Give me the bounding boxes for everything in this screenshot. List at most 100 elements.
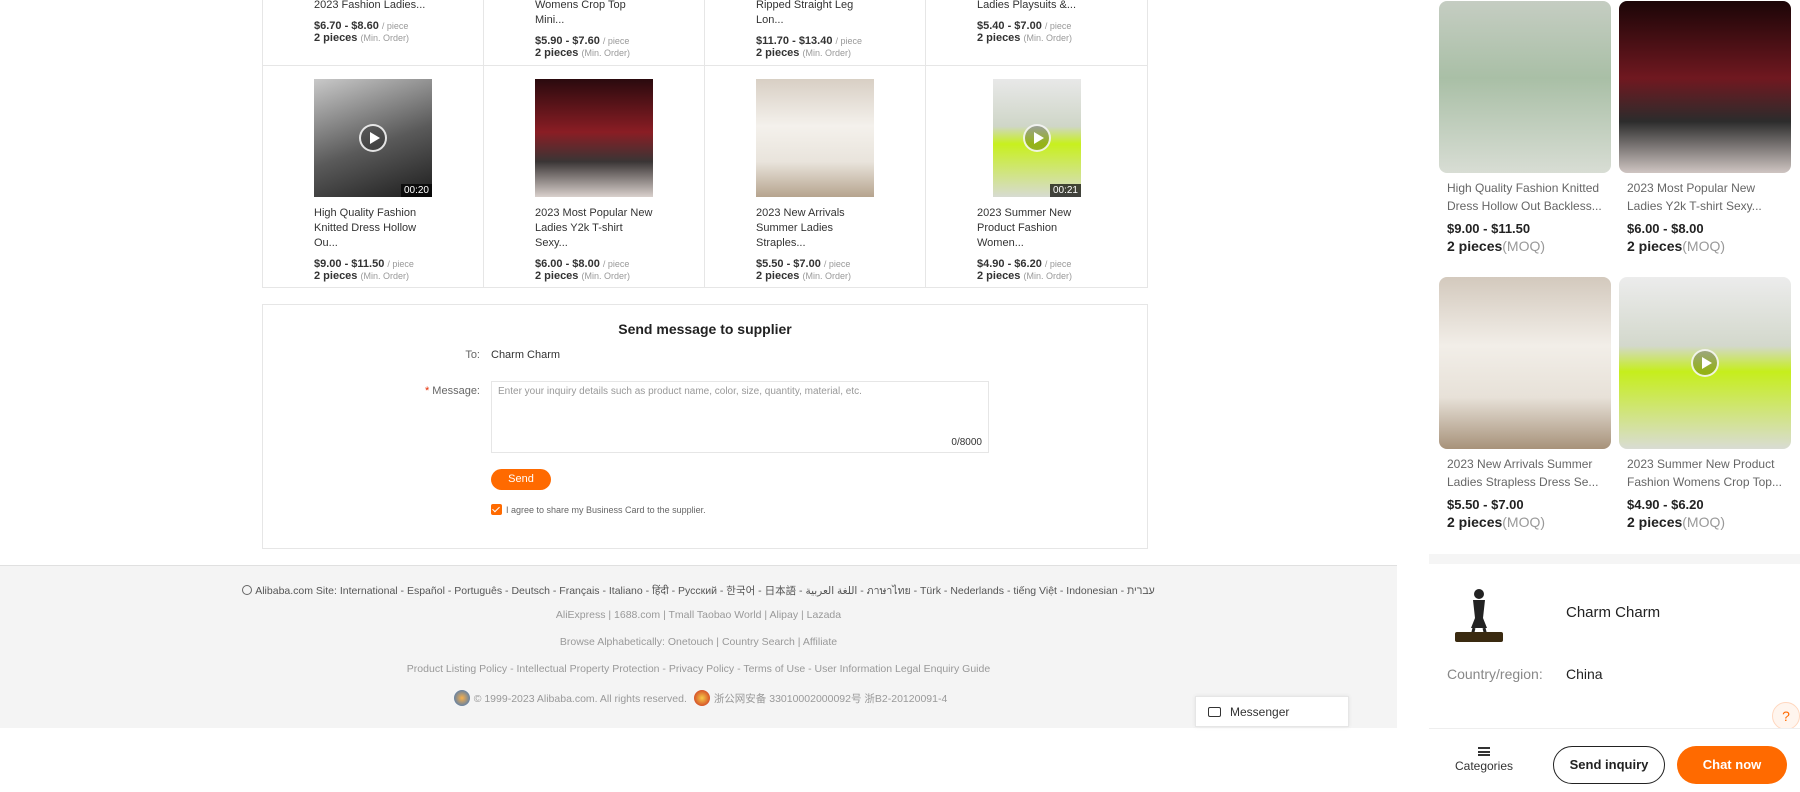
moq-note: (Min. Order): [1023, 33, 1072, 43]
product-price: $11.70 - $13.40: [756, 35, 833, 47]
message-textarea[interactable]: Enter your inquiry details such as produ…: [491, 381, 989, 453]
product-grid: 2023 Fashion Ladies... $6.70 - $8.60 / p…: [262, 0, 1148, 288]
product-moq: 2 pieces: [756, 270, 800, 282]
product-image[interactable]: [1439, 1, 1611, 173]
moq-note: (MOQ): [1502, 238, 1546, 254]
send-inquiry-button[interactable]: Send inquiry: [1553, 746, 1665, 784]
product-moq: 2 pieces: [535, 47, 579, 59]
product-price: $5.50 - $7.00: [1447, 497, 1524, 512]
recommended-product[interactable]: 2023 New Arrivals Summer Ladies Straples…: [1439, 277, 1611, 530]
product-image[interactable]: [535, 79, 653, 197]
supplier-card: Charm Charm Country/region: China: [1429, 564, 1800, 728]
country-label: Country/region:: [1447, 666, 1543, 682]
price-unit: / piece: [602, 259, 630, 269]
product-moq: 2 pieces: [977, 270, 1021, 282]
supplier-name[interactable]: Charm Charm: [1566, 604, 1660, 621]
send-button[interactable]: Send: [491, 469, 551, 490]
product-title[interactable]: 2023 Summer New Product Fashion Womens C…: [1619, 455, 1791, 491]
product-price: $4.90 - $6.20: [977, 258, 1042, 270]
agree-text: I agree to share my Business Card to the…: [506, 504, 706, 515]
product-video-thumbnail[interactable]: 00:20: [314, 79, 432, 197]
recommended-product[interactable]: 2023 Most Popular New Ladies Y2k T-shirt…: [1619, 1, 1791, 254]
play-icon[interactable]: [359, 124, 387, 152]
product-title[interactable]: High Quality Fashion Knitted Dress Hollo…: [1439, 179, 1611, 215]
product-title[interactable]: 2023 Most Popular New Ladies Y2k T-shirt…: [1619, 179, 1791, 215]
moq-note: (MOQ): [1682, 238, 1726, 254]
product-image[interactable]: [1619, 1, 1791, 173]
moq-note: (MOQ): [1682, 514, 1726, 530]
product-title[interactable]: Womens Crop Top Mini...: [535, 0, 655, 28]
video-duration: 00:20: [400, 184, 432, 197]
send-message-form: Send message to supplier To: Charm Charm…: [262, 304, 1148, 549]
moq-note: (Min. Order): [802, 48, 851, 58]
product-moq: 2 pieces: [314, 32, 358, 44]
product-title[interactable]: 2023 Fashion Ladies...: [314, 0, 434, 13]
browse-links[interactable]: Browse Alphabetically: Onetouch | Countr…: [0, 636, 1397, 648]
message-placeholder: Enter your inquiry details such as produ…: [498, 386, 862, 397]
messenger-button[interactable]: Messenger: [1195, 696, 1349, 727]
product-card[interactable]: 2023 New Arrivals Summer Ladies Straples…: [705, 66, 926, 288]
product-card[interactable]: Ripped Straight Leg Lon... $11.70 - $13.…: [705, 0, 926, 66]
to-label: To:: [465, 349, 480, 361]
categories-button[interactable]: Categories: [1454, 747, 1514, 773]
moq-note: (MOQ): [1502, 514, 1546, 530]
play-icon[interactable]: [1691, 349, 1719, 377]
product-title[interactable]: Ripped Straight Leg Lon...: [756, 0, 876, 28]
video-duration: 00:21: [1049, 184, 1081, 197]
recommended-product[interactable]: 2023 Summer New Product Fashion Womens C…: [1619, 277, 1791, 530]
product-moq: 2 pieces: [1447, 238, 1503, 254]
price-unit: / piece: [823, 259, 851, 269]
product-image[interactable]: [756, 79, 874, 197]
product-title[interactable]: 2023 Most Popular New Ladies Y2k T-shirt…: [535, 206, 655, 251]
product-card[interactable]: 00:20 High Quality Fashion Knitted Dress…: [263, 66, 484, 288]
product-price: $9.00 - $11.50: [1447, 221, 1531, 236]
product-card[interactable]: 2023 Most Popular New Ladies Y2k T-shirt…: [484, 66, 705, 288]
product-title[interactable]: High Quality Fashion Knitted Dress Hollo…: [314, 206, 434, 251]
product-video-thumbnail[interactable]: [1619, 277, 1791, 449]
char-counter: 0/8000: [951, 437, 982, 448]
product-title[interactable]: 2023 New Arrivals Summer Ladies Straples…: [756, 206, 876, 251]
partner-links[interactable]: AliExpress | 1688.com | Tmall Taobao Wor…: [0, 609, 1397, 621]
bottom-action-bar: Categories Send inquiry Chat now: [1429, 728, 1800, 792]
product-card[interactable]: 2023 Fashion Ladies... $6.70 - $8.60 / p…: [263, 0, 484, 66]
product-moq: 2 pieces: [1627, 238, 1683, 254]
product-card[interactable]: Ladies Playsuits &... $5.40 - $7.00 / pi…: [926, 0, 1147, 66]
moq-note: (Min. Order): [581, 48, 630, 58]
required-mark: *: [424, 385, 430, 397]
product-title[interactable]: Ladies Playsuits &...: [977, 0, 1097, 13]
price-unit: / piece: [381, 21, 409, 31]
moq-note: (Min. Order): [1023, 271, 1072, 281]
product-moq: 2 pieces: [1447, 514, 1503, 530]
agree-checkbox[interactable]: [491, 504, 502, 515]
price-unit: / piece: [1044, 259, 1072, 269]
product-price: $9.00 - $11.50: [314, 258, 385, 270]
recommended-product[interactable]: High Quality Fashion Knitted Dress Hollo…: [1439, 1, 1611, 254]
product-video-thumbnail[interactable]: 00:21: [993, 79, 1081, 197]
product-title[interactable]: 2023 New Arrivals Summer Ladies Straples…: [1439, 455, 1611, 491]
product-card[interactable]: Womens Crop Top Mini... $5.90 - $7.60 / …: [484, 0, 705, 66]
product-card[interactable]: 00:21 2023 Summer New Product Fashion Wo…: [926, 66, 1147, 288]
license-text[interactable]: 浙公网安备 33010002000092号 浙B2-20120091-4: [714, 693, 947, 705]
price-unit: / piece: [1044, 21, 1072, 31]
policy-links[interactable]: Product Listing Policy - Intellectual Pr…: [0, 663, 1397, 675]
supplier-logo[interactable]: [1447, 584, 1511, 648]
moq-note: (Min. Order): [581, 271, 630, 281]
list-icon: [1478, 747, 1490, 756]
message-label: Message:: [432, 385, 480, 397]
categories-label: Categories: [1454, 759, 1514, 773]
product-image[interactable]: [1439, 277, 1611, 449]
chat-now-button[interactable]: Chat now: [1677, 746, 1787, 784]
product-price: $4.90 - $6.20: [1627, 497, 1704, 512]
country-value: China: [1566, 666, 1603, 682]
section-divider: [1429, 554, 1800, 564]
product-title[interactable]: 2023 Summer New Product Fashion Women...: [977, 206, 1097, 251]
messenger-label: Messenger: [1230, 704, 1290, 719]
price-unit: / piece: [835, 36, 863, 46]
product-moq: 2 pieces: [977, 32, 1021, 44]
play-icon[interactable]: [1023, 124, 1051, 152]
chat-bubble-icon: [1208, 707, 1221, 717]
price-unit: / piece: [602, 36, 630, 46]
moq-note: (Min. Order): [360, 271, 409, 281]
help-feedback-icon[interactable]: ?: [1772, 702, 1800, 730]
site-languages[interactable]: Alibaba.com Site: International - Españo…: [255, 585, 1155, 597]
